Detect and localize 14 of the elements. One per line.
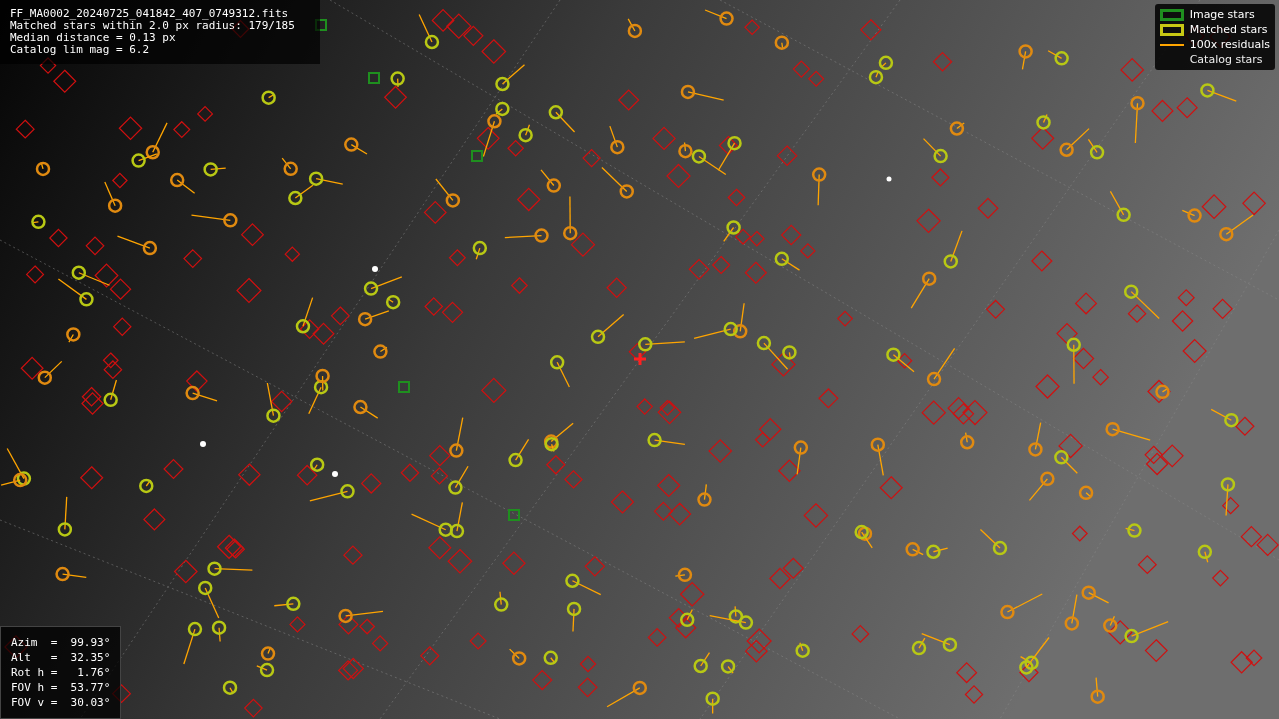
legend-label: Image stars (1189, 8, 1255, 21)
pointing-text: Azim = 99.93° (11, 635, 111, 650)
crosshair-icon (632, 351, 648, 367)
pointing-text: Alt = 32.35° (11, 650, 111, 665)
info-text: Matched stars within 2.0 px radius: 179/185 (10, 20, 296, 32)
legend-label: Matched stars (1189, 23, 1268, 36)
info-text: FF_MA0002_20240725_041842_407_0749312.fits (10, 8, 290, 20)
legend-label: Catalog stars (1189, 53, 1263, 66)
legend-label: 100x residuals (1189, 38, 1270, 51)
pointing-text: FOV h = 53.77° (11, 680, 111, 695)
pointing-text: FOV v = 30.03° (11, 695, 111, 710)
info-text: Median distance = 0.13 px (10, 32, 177, 44)
pointing-text: Rot h = 1.76° (11, 665, 111, 680)
info-text: Catalog lim mag = 6.2 (10, 44, 151, 56)
